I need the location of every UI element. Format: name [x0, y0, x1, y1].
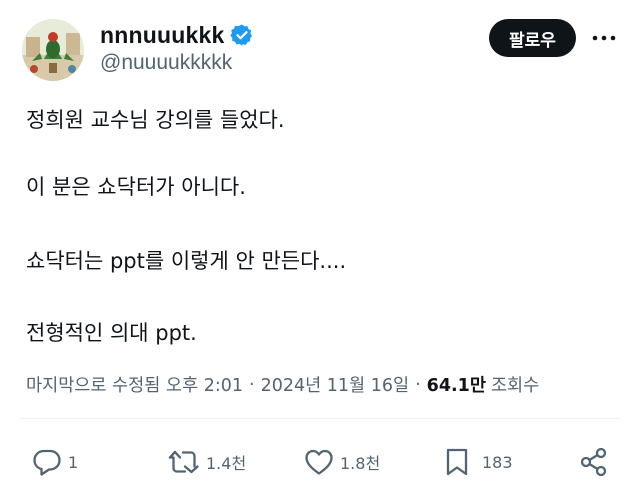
like-icon: [305, 449, 333, 475]
display-name[interactable]: nnnuuukkk: [100, 22, 224, 49]
reply-count: 1: [68, 452, 79, 472]
retweet-button[interactable]: 1.4천: [168, 446, 246, 478]
tweet-line-4: 전형적인 의대 ppt.: [26, 321, 197, 345]
display-name-row: nnnuuukkk: [100, 20, 254, 50]
tweet-date[interactable]: 2024년 11월 16일: [261, 372, 410, 397]
views-label: 조회수: [490, 376, 540, 396]
tweet-line-2: 이 분은 쇼닥터가 아니다.: [26, 175, 246, 199]
like-button[interactable]: 1.8천: [304, 446, 380, 478]
tweet-meta: 마지막으로 수정됨 오후 2:01 · 2024년 11월 16일 · 64.1…: [26, 372, 539, 397]
tweet-line-3: 쇼닥터는 ppt를 이렇게 안 만든다....: [26, 249, 347, 273]
reply-button[interactable]: 1: [32, 446, 78, 478]
tweet-line-1: 정희원 교수님 강의를 들었다.: [26, 108, 285, 132]
edited-time[interactable]: 마지막으로 수정됨 오후 2:01: [26, 372, 243, 397]
retweet-count: 1.4천: [206, 454, 247, 473]
share-icon: [580, 447, 607, 477]
bookmark-button[interactable]: 183: [444, 446, 513, 478]
meta-separator: ·: [249, 374, 255, 395]
follow-button[interactable]: 팔로우: [489, 19, 576, 57]
share-button[interactable]: [580, 446, 608, 478]
more-icon[interactable]: [590, 24, 618, 52]
tweet-header: nnnuuukkk @nuuuukkkkk 팔로우: [0, 0, 640, 100]
avatar-illustration-icon: [22, 19, 84, 81]
meta-separator: ·: [415, 374, 421, 395]
like-count: 1.8천: [340, 454, 381, 473]
verified-badge-icon: [230, 23, 254, 47]
retweet-icon: [168, 450, 199, 474]
views-count: 64.1만: [426, 376, 486, 396]
divider: [20, 418, 620, 419]
reply-icon: [33, 449, 61, 476]
avatar[interactable]: [22, 19, 84, 81]
bookmark-icon: [446, 448, 468, 476]
user-handle[interactable]: @nuuuukkkkk: [100, 51, 232, 75]
bookmark-count: 183: [482, 452, 513, 472]
